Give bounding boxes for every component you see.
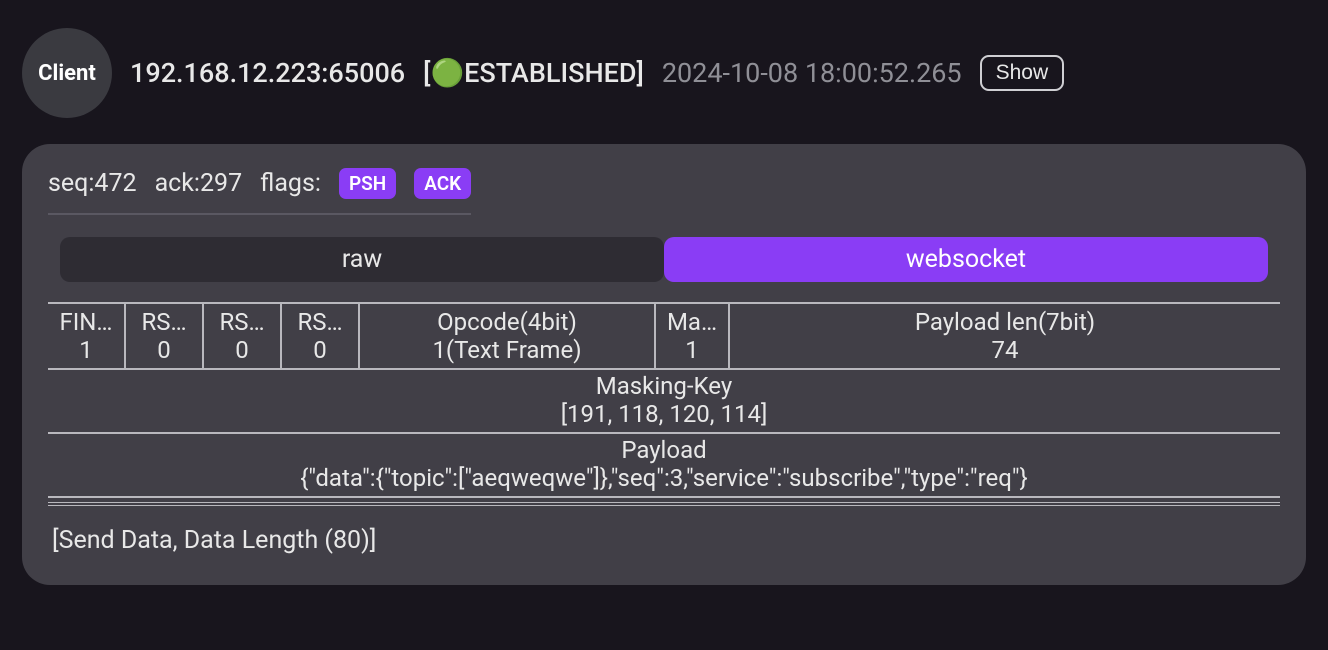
view-tabs: raw websocket: [48, 237, 1280, 282]
seq-label: seq:472: [48, 169, 137, 198]
ws-fin-cell: FIN… 1: [48, 304, 126, 368]
tcp-meta-row: seq:472 ack:297 flags: PSH ACK: [48, 168, 471, 215]
ws-payload-value: {"data":{"topic":["aeqweqwe"]},"seq":3,"…: [48, 464, 1280, 492]
ws-mask-value: 1: [660, 336, 724, 364]
ws-rsv2-header: RS…: [208, 308, 276, 336]
ws-rsv2-value: 0: [208, 336, 276, 364]
ws-opcode-cell: Opcode(4bit) 1(Text Frame): [360, 304, 656, 368]
ws-mask-header: Ma…: [660, 308, 724, 336]
tab-websocket[interactable]: websocket: [664, 237, 1268, 282]
connection-header: Client 192.168.12.223:65006 [🟢ESTABLISHE…: [22, 28, 1306, 118]
ws-payload-row: Payload {"data":{"topic":["aeqweqwe"]},"…: [48, 434, 1280, 498]
ws-bitfields-row: FIN… 1 RS… 0 RS… 0 RS… 0 Opcode(4bit) 1(…: [48, 302, 1280, 370]
ws-rsv3-value: 0: [286, 336, 354, 364]
ws-rsv2-cell: RS… 0: [204, 304, 282, 368]
ws-rsv3-cell: RS… 0: [282, 304, 360, 368]
ws-masking-key-row: Masking-Key [191, 118, 120, 114]: [48, 370, 1280, 434]
ws-fin-header: FIN…: [52, 308, 120, 336]
ws-opcode-header: Opcode(4bit): [364, 308, 650, 336]
connection-status: [🟢ESTABLISHED]: [423, 57, 644, 89]
ack-label: ack:297: [155, 169, 243, 198]
flags-label: flags:: [260, 169, 321, 198]
flag-ack: ACK: [414, 168, 471, 199]
tab-raw[interactable]: raw: [60, 237, 664, 282]
ws-rsv3-header: RS…: [286, 308, 354, 336]
ws-masking-key-header: Masking-Key: [48, 372, 1280, 400]
ws-masking-key-value: [191, 118, 120, 114]: [48, 400, 1280, 428]
ws-rsv1-value: 0: [130, 336, 198, 364]
table-end-divider: [48, 502, 1280, 506]
client-address: 192.168.12.223:65006: [130, 57, 405, 89]
ws-paylen-header: Payload len(7bit): [734, 308, 1276, 336]
ws-mask-cell: Ma… 1: [656, 304, 730, 368]
client-badge: Client: [22, 28, 112, 118]
flag-psh: PSH: [339, 168, 396, 199]
ws-rsv1-cell: RS… 0: [126, 304, 204, 368]
ws-fin-value: 1: [52, 336, 120, 364]
packet-panel: seq:472 ack:297 flags: PSH ACK raw webso…: [22, 144, 1306, 585]
ws-paylen-cell: Payload len(7bit) 74: [730, 304, 1280, 368]
ws-rsv1-header: RS…: [130, 308, 198, 336]
ws-opcode-value: 1(Text Frame): [364, 336, 650, 364]
send-data-summary: [Send Data, Data Length (80)]: [48, 526, 1280, 555]
show-button[interactable]: Show: [980, 55, 1065, 91]
ws-payload-header: Payload: [48, 436, 1280, 464]
websocket-frame-table: FIN… 1 RS… 0 RS… 0 RS… 0 Opcode(4bit) 1(…: [48, 302, 1280, 506]
ws-paylen-value: 74: [734, 336, 1276, 364]
connection-timestamp: 2024-10-08 18:00:52.265: [662, 57, 962, 89]
